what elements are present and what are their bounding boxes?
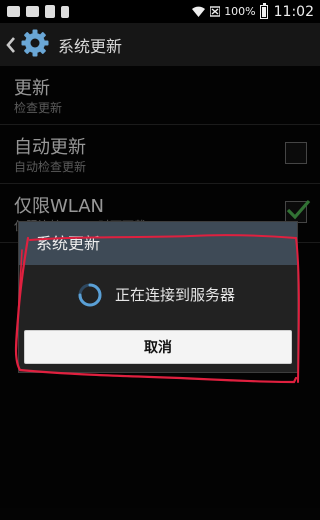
dialog-body: 正在连接到服务器 (19, 265, 297, 325)
device-icon (45, 5, 55, 18)
signal-icon (210, 6, 221, 17)
battery-level: 100% (224, 5, 256, 18)
gear-icon (20, 28, 50, 62)
page-title: 系统更新 (58, 36, 123, 56)
sd-icon (61, 5, 69, 18)
badge-icon (7, 6, 20, 17)
dialog-message: 正在连接到服务器 (115, 286, 236, 304)
progress-dialog: 系统更新 正在连接到服务器 取消 (19, 222, 297, 372)
status-bar: 100% 11:02 (0, 0, 320, 23)
cancel-button[interactable]: 取消 (24, 330, 292, 364)
action-bar: 系统更新 (0, 23, 320, 66)
dialog-title: 系统更新 (19, 222, 297, 265)
spinner-icon (78, 283, 102, 307)
back-chevron-icon[interactable] (4, 23, 18, 66)
battery-icon (259, 2, 268, 19)
image-icon (26, 6, 39, 17)
wifi-icon (192, 6, 206, 18)
clock: 11:02 (273, 3, 314, 20)
